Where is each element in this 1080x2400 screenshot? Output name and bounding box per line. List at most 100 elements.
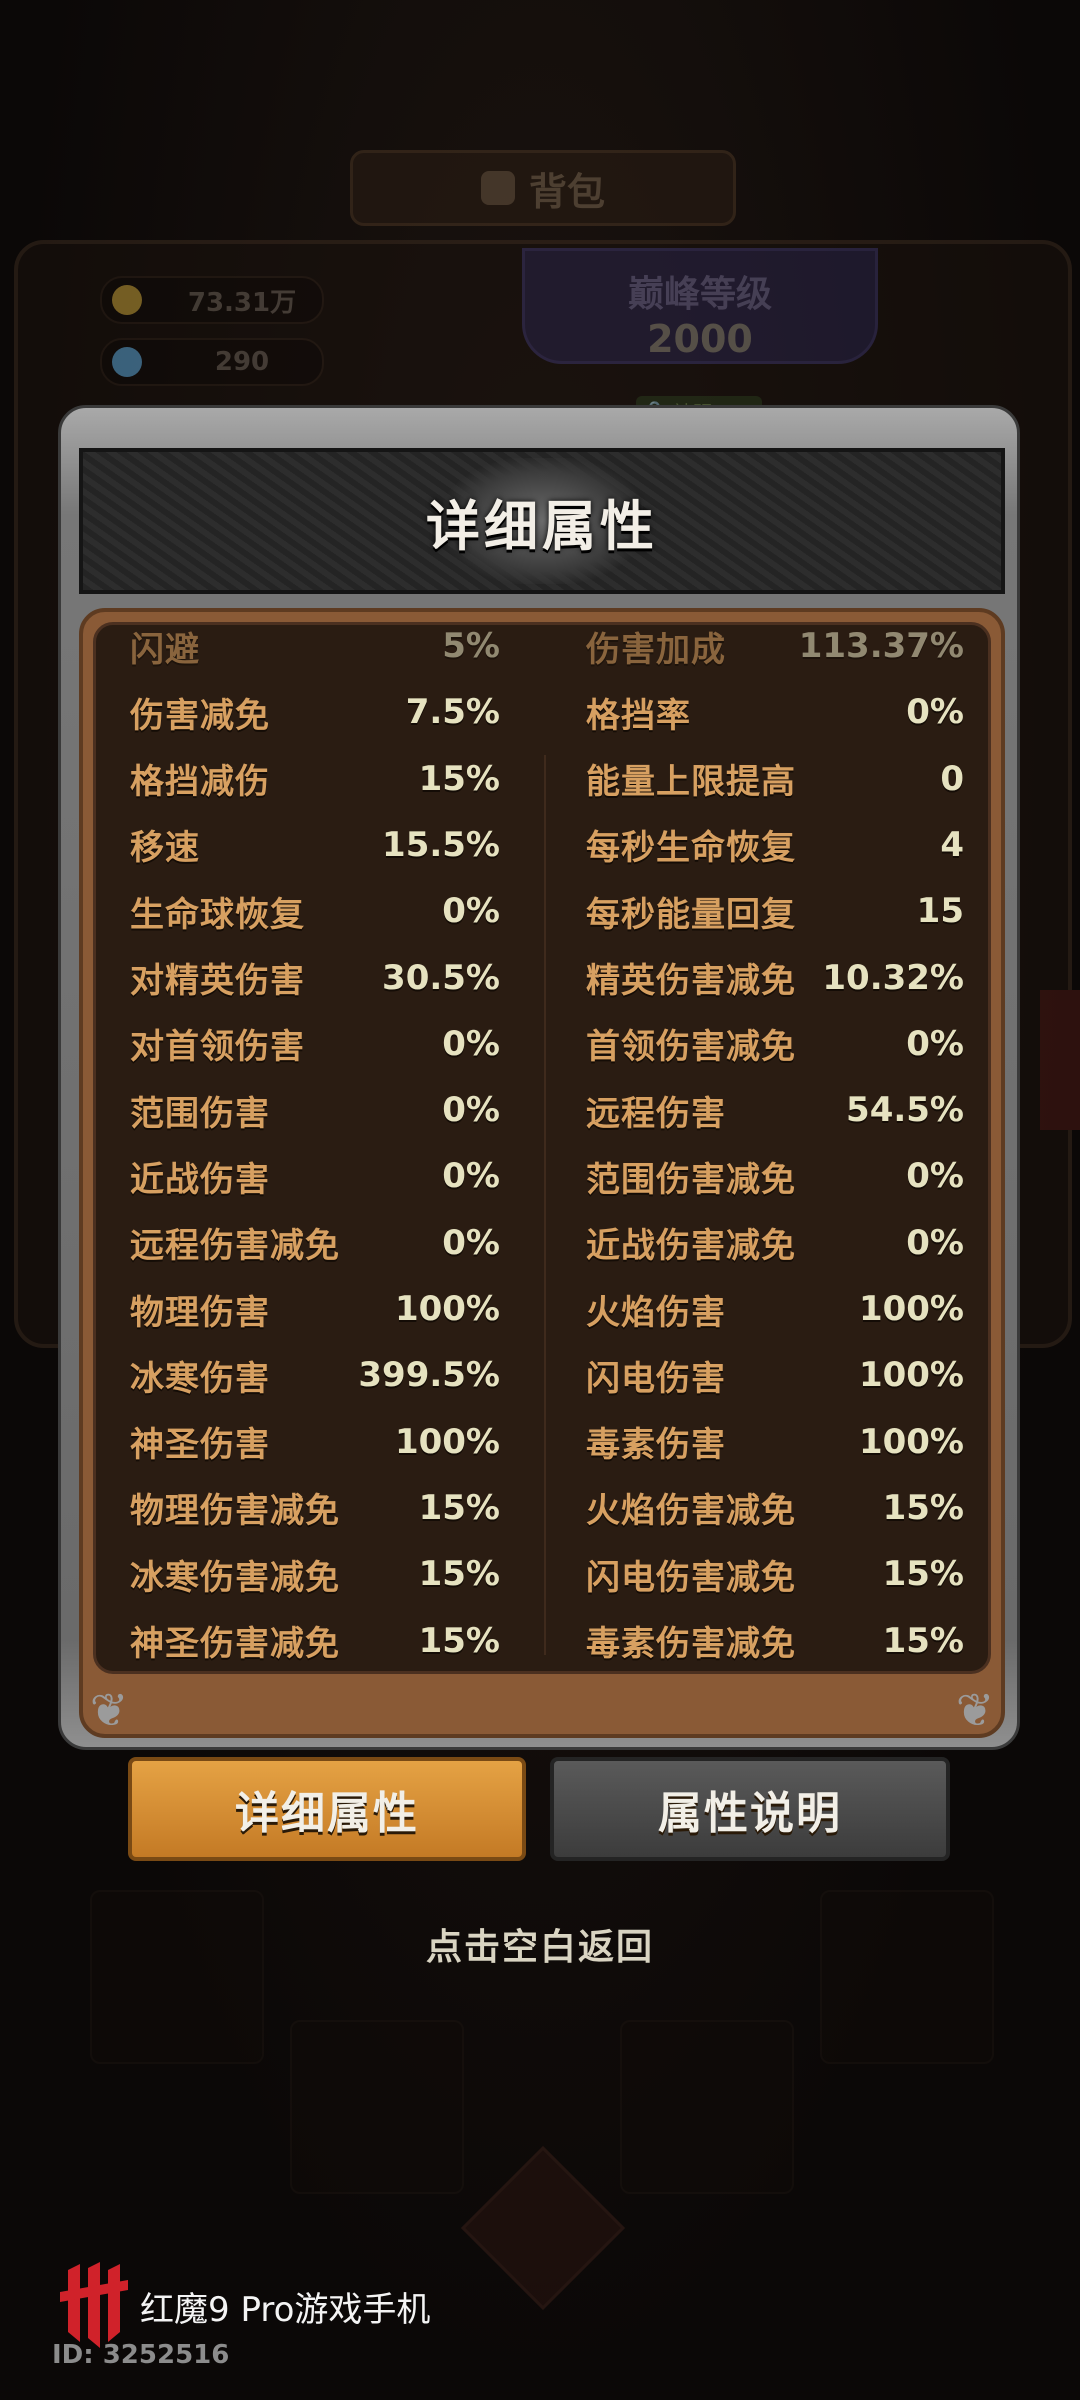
attribute-cell-left: 神圣伤害 100%	[130, 1409, 500, 1475]
attribute-label: 冰寒伤害减免	[130, 1557, 340, 1598]
attribute-value: 399.5%	[358, 1355, 500, 1396]
attribute-label: 首领伤害减免	[586, 1027, 796, 1068]
side-panel-edge	[1040, 990, 1080, 1130]
attribute-cell-right: 远程伤害 54.5%	[586, 1077, 964, 1143]
attribute-label: 神圣伤害减免	[130, 1624, 340, 1664]
attribute-cell-right: 闪电伤害 100%	[586, 1342, 964, 1408]
attribute-label: 精英伤害减免	[586, 961, 796, 1001]
attribute-cell-left: 对首领伤害 0%	[130, 1011, 500, 1077]
attribute-value: 15%	[418, 1554, 500, 1595]
attribute-cell-right: 每秒能量回复 15	[586, 878, 964, 944]
attribute-value: 4	[940, 824, 964, 865]
screen[interactable]: 背包 73.31万 290 巅峰等级 2000 🔒 神赐 详细属性	[0, 0, 1080, 2400]
attribute-value: 15	[916, 891, 964, 932]
red-magic-logo-icon	[60, 2262, 128, 2348]
attribute-value: 0%	[442, 1222, 500, 1263]
attribute-label: 物理伤害减免	[130, 1491, 340, 1532]
attribute-row: 神圣伤害减免 15% 毒素伤害减免 15%	[96, 1608, 988, 1672]
attribute-value: 100%	[858, 1421, 964, 1462]
attribute-row: 远程伤害减免 0% 近战伤害减免 0%	[96, 1210, 988, 1276]
attribute-value: 54.5%	[846, 1090, 964, 1131]
inventory-slot	[620, 2020, 794, 2194]
watermark-brand: 红魔9 Pro游戏手机	[140, 2290, 431, 2330]
attribute-label: 对首领伤害	[130, 1027, 305, 1068]
attribute-value: 5%	[442, 626, 500, 666]
attribute-cell-left: 对精英伤害 30.5%	[130, 945, 500, 1011]
attribute-row: 生命球恢复 0% 每秒能量回复 15	[96, 878, 988, 944]
attribute-cell-right: 首领伤害减免 0%	[586, 1011, 964, 1077]
bag-tab-label: 背包	[528, 169, 605, 214]
attribute-label: 范围伤害	[130, 1093, 270, 1134]
attribute-label: 对精英伤害	[130, 961, 305, 1001]
attribute-value: 15%	[418, 1620, 500, 1661]
attribute-value: 0	[940, 758, 964, 799]
detail-attributes-modal: 详细属性 闪避 5% 伤害加成 113.37% 伤害减免 7.5% 格挡率 0% 格挡减伤 15%…	[58, 405, 1020, 1750]
attribute-label: 每秒能量回复	[586, 894, 796, 935]
attribute-row: 冰寒伤害减免 15% 闪电伤害减免 15%	[96, 1541, 988, 1607]
attribute-cell-right: 精英伤害减免 10.32%	[586, 945, 964, 1011]
bag-tab: 背包	[350, 150, 736, 226]
attribute-row: 移速 15.5% 每秒生命恢复 4	[96, 812, 988, 878]
attribute-value: 100%	[394, 1289, 500, 1329]
attribute-label: 范围伤害减免	[586, 1159, 796, 1200]
attribute-value: 15%	[418, 1487, 500, 1528]
attribute-cell-left: 冰寒伤害 399.5%	[130, 1342, 500, 1408]
watermark-id: ID: 3252516	[52, 2340, 230, 2370]
attribute-row: 伤害减免 7.5% 格挡率 0%	[96, 679, 988, 745]
detail-attributes-tab[interactable]: 详细属性	[128, 1757, 526, 1861]
attribute-row: 物理伤害 100% 火焰伤害 100%	[96, 1276, 988, 1342]
attribute-cell-right: 火焰伤害 100%	[586, 1276, 964, 1342]
attribute-value: 15%	[882, 1620, 964, 1661]
modal-header: 详细属性	[79, 448, 1005, 594]
attribute-label: 火焰伤害	[586, 1292, 726, 1333]
attribute-cell-left: 伤害减免 7.5%	[130, 679, 500, 745]
diamond-icon	[112, 347, 142, 377]
attribute-label: 火焰伤害减免	[586, 1491, 796, 1532]
attribute-cell-right: 范围伤害减免 0%	[586, 1143, 964, 1209]
attribute-row: 格挡减伤 15% 能量上限提高 0	[96, 746, 988, 812]
inventory-slot	[90, 1890, 264, 2064]
peak-level-badge: 巅峰等级 2000	[522, 248, 878, 364]
attribute-value: 30.5%	[382, 957, 500, 998]
attribute-row: 对首领伤害 0% 首领伤害减免 0%	[96, 1011, 988, 1077]
attribute-value: 15%	[418, 758, 500, 799]
attributes-list[interactable]: 闪避 5% 伤害加成 113.37% 伤害减免 7.5% 格挡率 0% 格挡减伤 15% 能量上限提…	[93, 622, 991, 1674]
attribute-value: 0%	[442, 891, 500, 932]
attribute-label: 伤害加成	[586, 629, 726, 670]
attribute-label: 远程伤害减免	[130, 1226, 340, 1267]
attribute-label: 冰寒伤害	[130, 1358, 270, 1399]
attribute-value: 113.37%	[798, 626, 964, 666]
attribute-cell-left: 闪避 5%	[130, 625, 500, 679]
attribute-value: 0%	[906, 692, 964, 733]
attribute-label: 远程伤害	[586, 1093, 726, 1134]
attribute-value: 15%	[882, 1487, 964, 1528]
attribute-value: 0%	[906, 1156, 964, 1197]
attribute-cell-right: 火焰伤害减免 15%	[586, 1475, 964, 1541]
gem-value: 290	[214, 347, 270, 377]
attribute-value: 15.5%	[382, 824, 500, 865]
attribute-label: 闪避	[130, 629, 200, 670]
attribute-row: 近战伤害 0% 范围伤害减免 0%	[96, 1143, 988, 1209]
attribute-cell-right: 毒素伤害 100%	[586, 1409, 964, 1475]
attribute-label: 毒素伤害减免	[586, 1624, 796, 1664]
attribute-label: 近战伤害减免	[586, 1226, 796, 1267]
inventory-slot	[290, 2020, 464, 2194]
tap-to-close-hint[interactable]: 点击空白返回	[0, 1918, 1080, 1970]
attribute-explanation-tab[interactable]: 属性说明	[550, 1757, 950, 1861]
attribute-label: 神圣伤害	[130, 1425, 270, 1466]
attribute-cell-right: 伤害加成 113.37%	[586, 625, 964, 679]
gold-value: 73.31万	[187, 287, 297, 318]
center-emblem	[460, 2145, 626, 2311]
bag-icon	[480, 171, 515, 205]
gem-currency: 290	[100, 338, 324, 386]
attribute-value: 0%	[906, 1023, 964, 1064]
attribute-cell-right: 能量上限提高 0	[586, 746, 964, 812]
attribute-row: 神圣伤害 100% 毒素伤害 100%	[96, 1409, 988, 1475]
attribute-value: 0%	[906, 1222, 964, 1263]
attribute-row: 物理伤害减免 15% 火焰伤害减免 15%	[96, 1475, 988, 1541]
attribute-value: 100%	[858, 1355, 964, 1396]
attribute-label: 闪电伤害	[586, 1358, 726, 1399]
inventory-slot	[820, 1890, 994, 2064]
attribute-row: 对精英伤害 30.5% 精英伤害减免 10.32%	[96, 945, 988, 1011]
attributes-panel: 闪避 5% 伤害加成 113.37% 伤害减免 7.5% 格挡率 0% 格挡减伤 15% 能量上限提…	[79, 608, 1005, 1738]
